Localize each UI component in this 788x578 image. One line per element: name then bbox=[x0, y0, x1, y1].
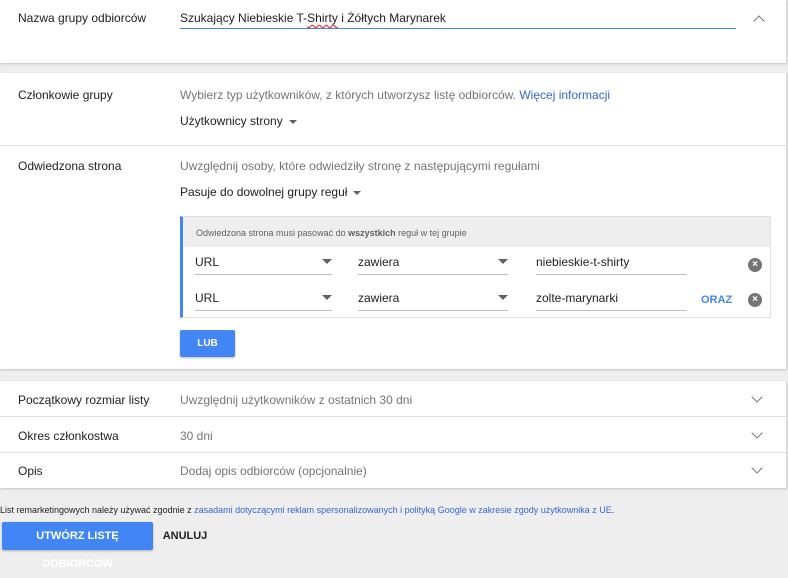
audience-name-text-misspelled: Shirty bbox=[307, 11, 338, 25]
expand-chevron-down-icon bbox=[751, 462, 763, 474]
description-placeholder: Dodaj opis odbiorców (opcjonalnie) bbox=[180, 464, 367, 478]
add-and-rule-button[interactable]: ORAZ bbox=[701, 294, 732, 306]
rule-2-field-value: URL bbox=[195, 291, 220, 305]
remove-rule-2-icon[interactable]: × bbox=[748, 293, 762, 307]
members-hint-text: Wybierz typ użytkowników, z których utwo… bbox=[180, 88, 517, 102]
audience-name-text-start: Szukający Niebieskie T- bbox=[180, 11, 308, 25]
audience-name-text-end: i Żółtych Marynarek bbox=[337, 11, 446, 25]
audience-name-card: Nazwa grupy odbiorców Szukający Niebiesk… bbox=[0, 0, 787, 63]
select-caret-icon bbox=[322, 259, 332, 264]
select-caret-icon bbox=[498, 259, 508, 264]
description-label: Opis bbox=[18, 464, 43, 478]
add-or-rule-group-button[interactable]: LUB bbox=[180, 330, 235, 357]
select-caret-icon bbox=[498, 295, 508, 300]
initial-size-row[interactable]: Początkowy rozmiar listy Uwzględnij użyt… bbox=[0, 381, 786, 417]
rule-2-field-select[interactable]: URL bbox=[195, 283, 332, 311]
rule-group-header-text: Odwiedzona strona musi pasować do wszyst… bbox=[196, 228, 467, 238]
visited-page-label: Odwiedzona strona bbox=[18, 159, 122, 173]
dropdown-caret-icon bbox=[353, 190, 362, 195]
audience-name-label: Nazwa grupy odbiorców bbox=[18, 11, 147, 25]
initial-size-label: Początkowy rozmiar listy bbox=[18, 393, 150, 407]
rule-1-operator-select[interactable]: zawiera bbox=[358, 247, 508, 275]
policy-link[interactable]: zasadami dotyczącymi reklam spersonalizo… bbox=[194, 505, 612, 515]
remove-rule-1-icon[interactable]: × bbox=[748, 258, 762, 272]
initial-size-value: Uwzględnij użytkowników z ostatnich 30 d… bbox=[180, 393, 413, 407]
rule-match-value: Pasuje do dowolnej grupy reguł bbox=[180, 185, 348, 199]
members-label: Członkowie grupy bbox=[18, 88, 113, 102]
rule-1-operator-value: zawiera bbox=[358, 255, 400, 269]
expand-chevron-down-icon bbox=[751, 427, 763, 439]
rule-2-operator-value: zawiera bbox=[358, 291, 400, 305]
rule-2-value-input[interactable]: zolte-marynarki bbox=[536, 283, 687, 311]
rule-match-dropdown[interactable]: Pasuje do dowolnej grupy reguł bbox=[180, 185, 362, 199]
dropdown-caret-icon bbox=[288, 119, 297, 124]
membership-label: Okres członkostwa bbox=[18, 429, 119, 443]
more-info-link[interactable]: Więcej informacji bbox=[519, 88, 610, 102]
audience-name-input[interactable]: Szukający Niebieskie T-Shirty i Żółtych … bbox=[180, 10, 736, 29]
rule-2-value-text: zolte-marynarki bbox=[536, 291, 619, 305]
members-hint: Wybierz typ użytkowników, z których utwo… bbox=[180, 88, 610, 102]
rule-1-field-value: URL bbox=[195, 255, 220, 269]
expand-chevron-down-icon bbox=[751, 391, 763, 403]
rule-2-operator-select[interactable]: zawiera bbox=[358, 283, 508, 311]
members-type-value: Użytkownicy strony bbox=[180, 114, 283, 128]
rule-group-header: Odwiedzona strona musi pasować do wszyst… bbox=[183, 217, 770, 247]
settings-card: Początkowy rozmiar listy Uwzględnij użyt… bbox=[0, 381, 787, 488]
members-type-dropdown[interactable]: Użytkownicy strony bbox=[180, 114, 297, 128]
section-divider bbox=[0, 145, 786, 146]
rule-1-value-input[interactable]: niebieskie-t-shirty bbox=[536, 247, 687, 275]
policy-notice: List remarketingowych należy używać zgod… bbox=[0, 505, 615, 515]
membership-value: 30 dni bbox=[180, 429, 213, 443]
membership-row[interactable]: Okres członkostwa 30 dni bbox=[0, 417, 786, 453]
create-audience-list-button[interactable]: UTWÓRZ LISTĘ ODBIORCÓW bbox=[2, 522, 153, 570]
rule-group: Odwiedzona strona musi pasować do wszyst… bbox=[180, 216, 771, 318]
select-caret-icon bbox=[322, 295, 332, 300]
rule-1-value-text: niebieskie-t-shirty bbox=[536, 255, 630, 269]
visited-page-hint: Uwzględnij osoby, które odwiedziły stron… bbox=[180, 159, 540, 173]
collapse-chevron-up-icon[interactable] bbox=[753, 15, 765, 27]
cancel-button[interactable]: ANULUJ bbox=[158, 522, 212, 550]
description-row[interactable]: Opis Dodaj opis odbiorców (opcjonalnie) bbox=[0, 453, 786, 488]
rule-1-field-select[interactable]: URL bbox=[195, 247, 332, 275]
